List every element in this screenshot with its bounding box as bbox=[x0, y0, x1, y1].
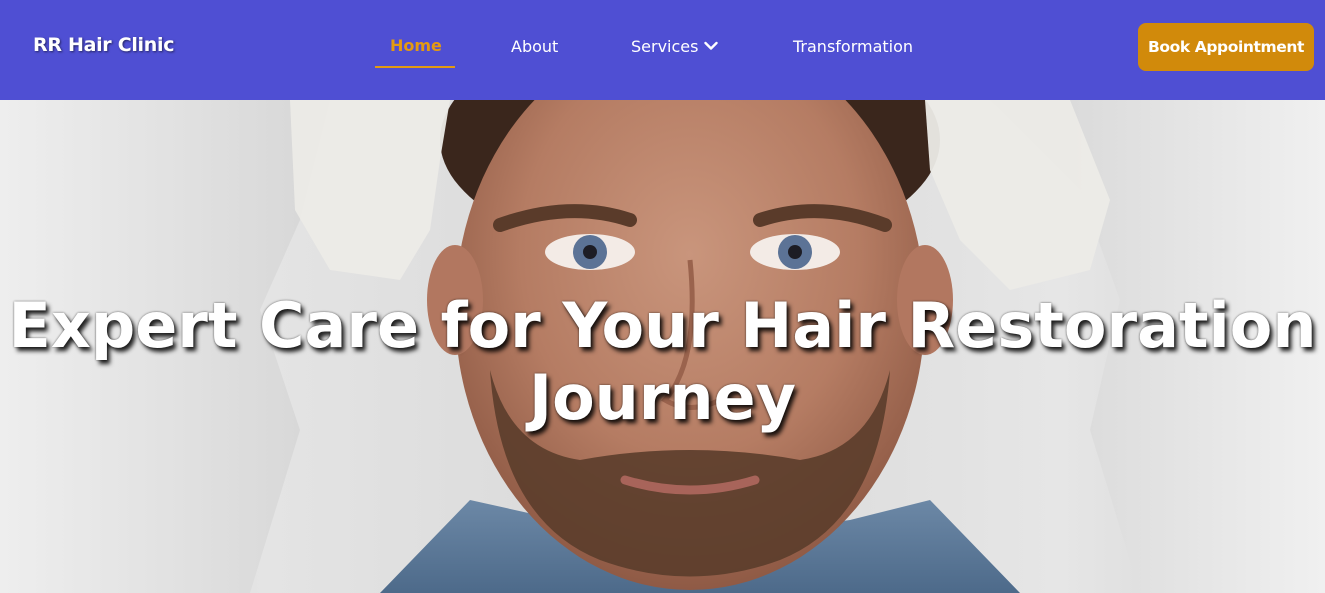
nav-link-about[interactable]: About bbox=[511, 37, 558, 56]
hero-section: Expert Care for Your Hair Restoration Jo… bbox=[0, 100, 1325, 593]
active-link-underline bbox=[375, 66, 455, 68]
book-appointment-button[interactable]: Book Appointment bbox=[1138, 23, 1314, 71]
nav-link-home[interactable]: Home bbox=[390, 36, 442, 55]
nav-link-services-label: Services bbox=[631, 37, 699, 56]
page: RR Hair Clinic Home About Services Trans… bbox=[0, 0, 1325, 593]
navbar: RR Hair Clinic Home About Services Trans… bbox=[0, 0, 1325, 100]
nav-links: Home About Services Transformation bbox=[0, 0, 1325, 100]
hero-title: Expert Care for Your Hair Restoration Jo… bbox=[8, 289, 1317, 434]
chevron-down-icon bbox=[704, 41, 719, 50]
nav-link-transformation[interactable]: Transformation bbox=[793, 37, 913, 56]
nav-link-services[interactable]: Services bbox=[631, 37, 719, 56]
